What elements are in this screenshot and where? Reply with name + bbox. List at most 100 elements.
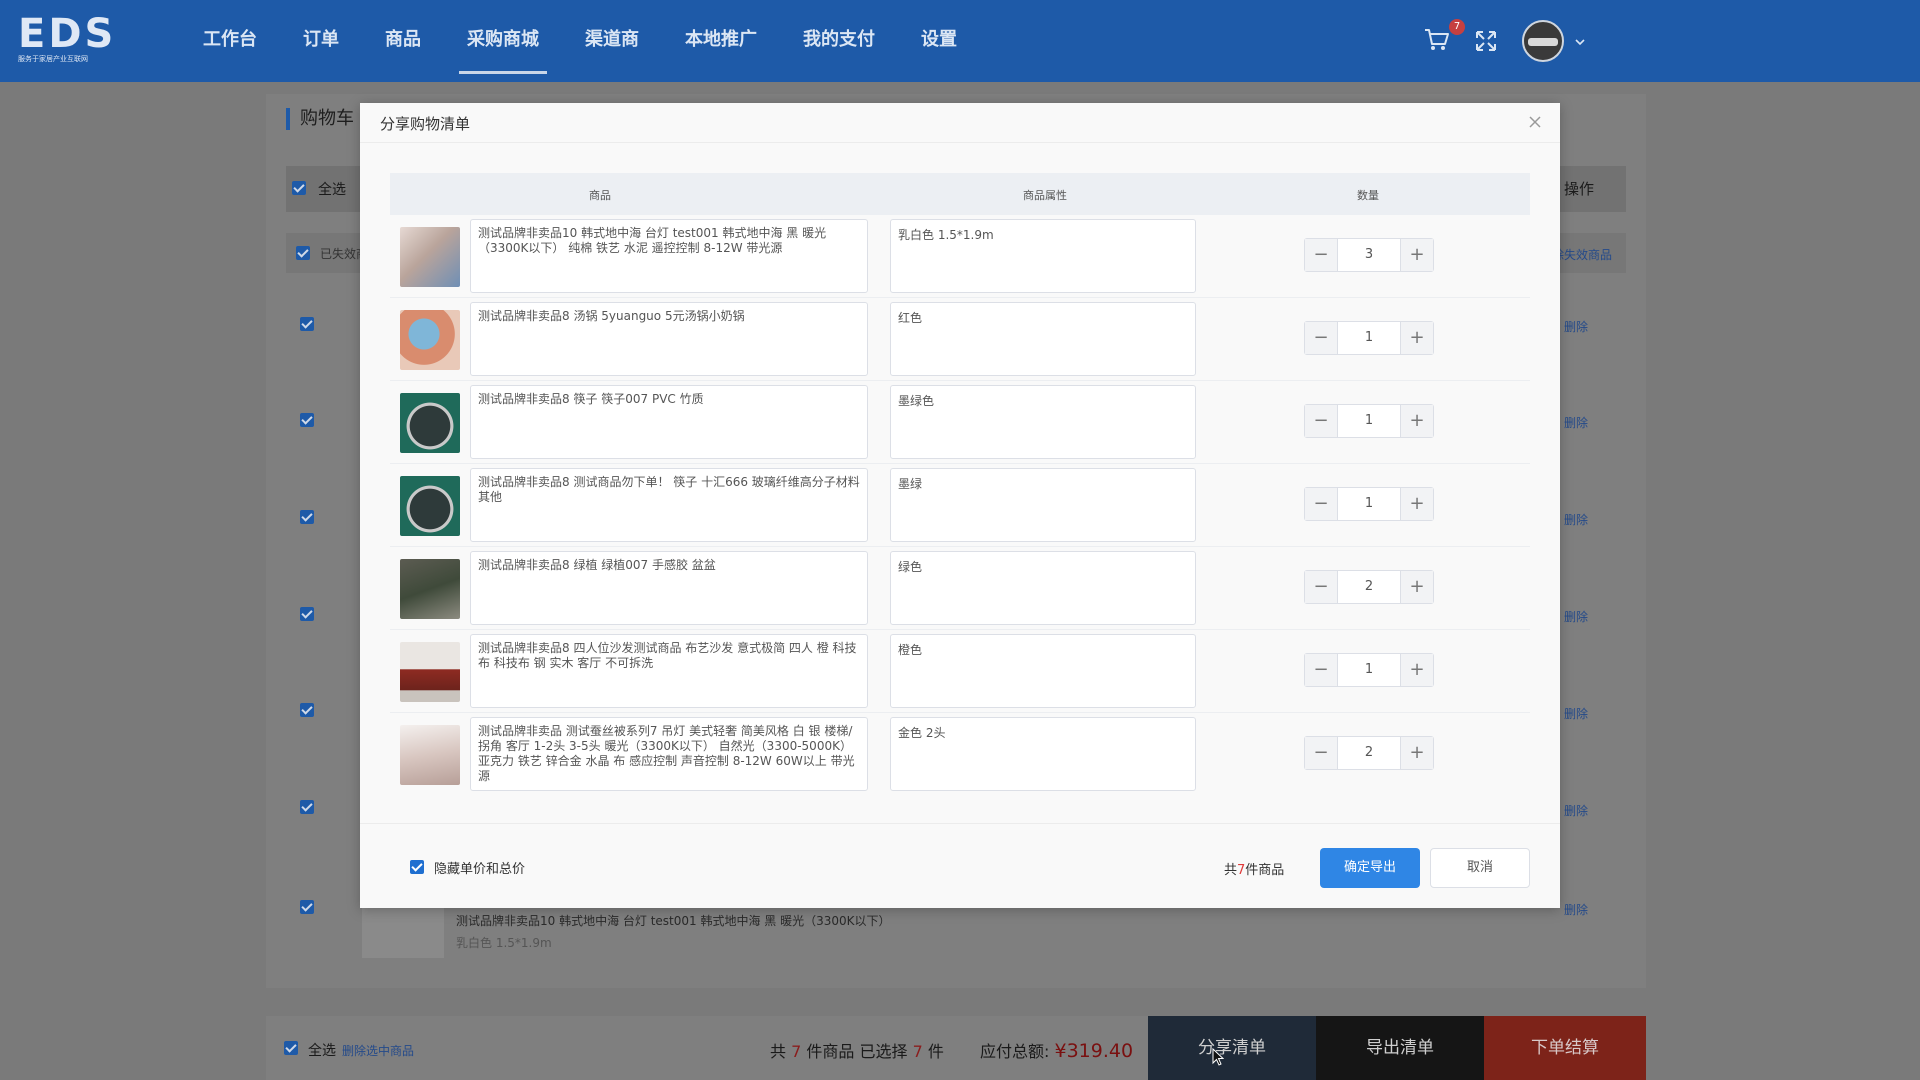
quantity-value[interactable]: 1 [1337, 405, 1401, 437]
payable-total: 应付总额: ¥319.40 [980, 1038, 1133, 1062]
row-checkbox[interactable] [300, 510, 314, 524]
quantity-value[interactable]: 2 [1337, 571, 1401, 603]
product-name-field[interactable]: 测试品牌非卖品8 绿植 绿植007 手感胶 盆盆 [470, 551, 868, 625]
payable-amount: ¥319.40 [1054, 1040, 1134, 1062]
close-icon[interactable] [1528, 115, 1542, 129]
product-thumbnail [400, 393, 460, 453]
quantity-value[interactable]: 1 [1337, 322, 1401, 354]
bottom-select-all-checkbox[interactable] [284, 1041, 298, 1055]
increment-button[interactable]: + [1401, 737, 1433, 769]
modal-item-count: 共7件商品 [1224, 859, 1284, 878]
modal-table-header: 商品 商品属性 数量 [390, 173, 1530, 215]
product-name-field[interactable]: 测试品牌非卖品8 四人位沙发测试商品 布艺沙发 意式极简 四人 橙 科技布 科技… [470, 634, 868, 708]
nav-item-products[interactable]: 商品 [362, 0, 444, 82]
decrement-button[interactable]: − [1305, 322, 1337, 354]
delete-link[interactable]: 删除 [1564, 802, 1588, 819]
product-thumbnail [400, 559, 460, 619]
product-thumbnail [400, 725, 460, 785]
increment-button[interactable]: + [1401, 488, 1433, 520]
row-checkbox[interactable] [300, 413, 314, 427]
delete-link[interactable]: 删除 [1564, 705, 1588, 722]
delete-selected-link[interactable]: 删除选中商品 [342, 1042, 414, 1059]
selected-suffix: 件 [927, 1042, 944, 1061]
product-attr-field[interactable]: 金色 2头 [890, 717, 1196, 791]
column-header-attr: 商品属性 [1023, 189, 1067, 202]
product-name-field[interactable]: 测试品牌非卖品10 韩式地中海 台灯 test001 韩式地中海 黑 暖光（33… [470, 219, 868, 293]
delete-link[interactable]: 删除 [1564, 608, 1588, 625]
share-list-button[interactable]: 分享清单 [1148, 1016, 1316, 1080]
nav-item-orders[interactable]: 订单 [280, 0, 362, 82]
nav-item-procurement-mall[interactable]: 采购商城 [444, 0, 562, 82]
nav-item-my-payment[interactable]: 我的支付 [780, 0, 898, 82]
delete-link[interactable]: 删除 [1564, 511, 1588, 528]
nav-item-local-promotion[interactable]: 本地推广 [662, 0, 780, 82]
increment-button[interactable]: + [1401, 405, 1433, 437]
delete-link[interactable]: 删除 [1564, 901, 1588, 918]
table-row: 测试品牌非卖品 测试蚕丝被系列7 吊灯 美式轻奢 简美风格 白 银 楼梯/拐角 … [390, 713, 1530, 796]
product-attr-field[interactable]: 墨绿色 [890, 385, 1196, 459]
decrement-button[interactable]: − [1305, 571, 1337, 603]
cart-icon[interactable] [1424, 28, 1450, 52]
quantity-value[interactable]: 3 [1337, 239, 1401, 271]
row-checkbox[interactable] [300, 900, 314, 914]
checkout-button[interactable]: 下单结算 [1484, 1016, 1646, 1080]
main-nav: 工作台 订单 商品 采购商城 渠道商 本地推广 我的支付 设置 [180, 0, 980, 82]
nav-item-settings[interactable]: 设置 [898, 0, 980, 82]
operation-column-header: 操作 [1564, 180, 1595, 198]
quantity-value[interactable]: 2 [1337, 737, 1401, 769]
table-row: 测试品牌非卖品10 韩式地中海 台灯 test001 韩式地中海 黑 暖光（33… [390, 215, 1530, 298]
quantity-stepper: − 2 + [1304, 570, 1434, 604]
bottom-select-all-label: 全选 [308, 1043, 336, 1059]
column-header-qty: 数量 [1357, 189, 1379, 202]
brand-logo[interactable]: EDS 服务于家居产业互联网 [18, 14, 114, 66]
increment-button[interactable]: + [1401, 571, 1433, 603]
hide-price-checkbox[interactable] [410, 860, 424, 874]
table-row: 测试品牌非卖品8 四人位沙发测试商品 布艺沙发 意式极简 四人 橙 科技布 科技… [390, 630, 1530, 713]
quantity-value[interactable]: 1 [1337, 654, 1401, 686]
decrement-button[interactable]: − [1305, 239, 1337, 271]
increment-button[interactable]: + [1401, 322, 1433, 354]
invalid-items-checkbox[interactable] [296, 246, 310, 260]
select-all-label: 全选 [318, 182, 346, 198]
decrement-button[interactable]: − [1305, 405, 1337, 437]
product-attr-field[interactable]: 橙色 [890, 634, 1196, 708]
increment-button[interactable]: + [1401, 239, 1433, 271]
product-attr-field[interactable]: 红色 [890, 302, 1196, 376]
selected-prefix: 已选择 [859, 1042, 908, 1061]
row-checkbox[interactable] [300, 317, 314, 331]
column-header-product: 商品 [589, 189, 611, 202]
nav-item-channels[interactable]: 渠道商 [562, 0, 662, 82]
product-attr-field[interactable]: 乳白色 1.5*1.9m [890, 219, 1196, 293]
chevron-down-icon[interactable] [1574, 36, 1586, 48]
cancel-button[interactable]: 取消 [1430, 848, 1530, 888]
product-name-field[interactable]: 测试品牌非卖品8 筷子 筷子007 PVC 竹质 [470, 385, 868, 459]
row-checkbox[interactable] [300, 607, 314, 621]
decrement-button[interactable]: − [1305, 737, 1337, 769]
delete-link[interactable]: 删除 [1564, 318, 1588, 335]
decrement-button[interactable]: − [1305, 488, 1337, 520]
decrement-button[interactable]: − [1305, 654, 1337, 686]
row-checkbox[interactable] [300, 703, 314, 717]
row-checkbox[interactable] [300, 800, 314, 814]
fullscreen-icon[interactable] [1474, 29, 1498, 53]
product-thumbnail [400, 310, 460, 370]
user-avatar[interactable] [1522, 20, 1564, 62]
total-suffix: 件商品 [806, 1042, 855, 1061]
nav-item-workbench[interactable]: 工作台 [180, 0, 280, 82]
product-thumbnail [400, 642, 460, 702]
product-name-field[interactable]: 测试品牌非卖品8 测试商品勿下单！ 筷子 十汇666 玻璃纤维高分子材料 其他 [470, 468, 868, 542]
modal-header: 分享购物清单 [360, 103, 1560, 143]
product-name-field[interactable]: 测试品牌非卖品8 汤锅 5yuanguo 5元汤锅小奶锅 [470, 302, 868, 376]
product-attr-field[interactable]: 绿色 [890, 551, 1196, 625]
count-prefix: 共 [1224, 863, 1238, 878]
quantity-stepper: − 1 + [1304, 653, 1434, 687]
delete-link[interactable]: 删除 [1564, 414, 1588, 431]
quantity-value[interactable]: 1 [1337, 488, 1401, 520]
product-attr-field[interactable]: 墨绿 [890, 468, 1196, 542]
export-list-button[interactable]: 导出清单 [1316, 1016, 1484, 1080]
confirm-export-button[interactable]: 确定导出 [1320, 848, 1420, 888]
select-all-checkbox[interactable] [292, 181, 306, 195]
product-name-field[interactable]: 测试品牌非卖品 测试蚕丝被系列7 吊灯 美式轻奢 简美风格 白 银 楼梯/拐角 … [470, 717, 868, 791]
increment-button[interactable]: + [1401, 654, 1433, 686]
table-row: 测试品牌非卖品8 测试商品勿下单！ 筷子 十汇666 玻璃纤维高分子材料 其他 … [390, 464, 1530, 547]
